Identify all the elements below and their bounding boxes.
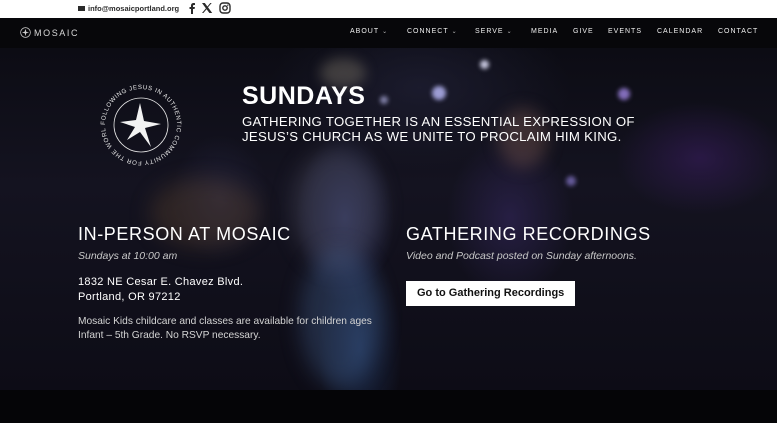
kids-note: Mosaic Kids childcare and classes are av… [78, 316, 372, 341]
nav-serve-label: SERVE [475, 28, 504, 35]
recordings-button[interactable]: Go to Gathering Recordings [406, 281, 576, 306]
stage-light [380, 96, 388, 104]
bottom-section [0, 390, 777, 423]
nav-events[interactable]: EVENTS [608, 28, 642, 35]
stage-light [432, 86, 446, 100]
nav-media-label: MEDIA [531, 28, 559, 35]
stage-light [480, 60, 489, 69]
stage-light [618, 88, 630, 100]
in-person-title: IN-PERSON AT MOSAIC [78, 224, 291, 244]
email-text: info@mosaicportland.org [88, 4, 180, 13]
nav-calendar[interactable]: CALENDAR [657, 28, 703, 35]
nav-serve[interactable]: SERVE ⌄ [475, 28, 513, 35]
nav-about-label: ABOUT [350, 28, 380, 35]
email-link[interactable]: info@mosaicportland.org [78, 4, 179, 13]
site-header: MOSAIC ABOUT ⌄ CONNECT ⌄ SERVE ⌄ MEDIA GIVE… [0, 18, 777, 48]
nav-contact-label: CONTACT [718, 28, 759, 35]
nav-calendar-label: CALENDAR [657, 28, 704, 35]
facebook-icon[interactable] [186, 2, 198, 14]
recordings-note: Video and Podcast posted on Sunday after… [406, 250, 637, 262]
nav-give[interactable]: GIVE [573, 28, 594, 35]
nav-contact[interactable]: CONTACT [718, 28, 758, 35]
chevron-down-icon: ⌄ [451, 29, 458, 35]
mail-icon [78, 6, 85, 11]
x-icon[interactable] [201, 2, 213, 14]
community-emblem-icon: FOLLOWING JESUS IN AUTHENTIC COMMUNITY F… [96, 80, 181, 166]
stage-light [566, 176, 576, 186]
logo-text: MOSAIC [34, 27, 80, 38]
chevron-down-icon: ⌄ [382, 29, 389, 35]
nav-events-label: EVENTS [608, 28, 643, 35]
address-line2: Portland, OR 97212 [78, 291, 181, 303]
nav-give-label: GIVE [573, 28, 594, 35]
nav-media[interactable]: MEDIA [531, 28, 558, 35]
site-logo[interactable]: MOSAIC [20, 27, 79, 38]
nav-about[interactable]: ABOUT ⌄ [350, 28, 388, 35]
recordings-title: GATHERING RECORDINGS [406, 224, 651, 244]
nav-connect-label: CONNECT [407, 28, 449, 35]
page-subtitle: GATHERING TOGETHER IS AN ESSENTIAL EXPRE… [242, 114, 635, 144]
page-title: SUNDAYS [242, 82, 366, 110]
chevron-down-icon: ⌄ [506, 29, 513, 35]
service-time: Sundays at 10:00 am [78, 250, 178, 262]
mosaic-logo-icon [20, 27, 31, 38]
address-line1: 1832 NE Cesar E. Chavez Blvd. [78, 276, 244, 288]
nav-connect[interactable]: CONNECT ⌄ [407, 28, 458, 35]
address: 1832 NE Cesar E. Chavez Blvd. Portland, … [78, 275, 243, 305]
instagram-icon[interactable] [219, 2, 231, 14]
top-bar: info@mosaicportland.org [0, 0, 777, 18]
